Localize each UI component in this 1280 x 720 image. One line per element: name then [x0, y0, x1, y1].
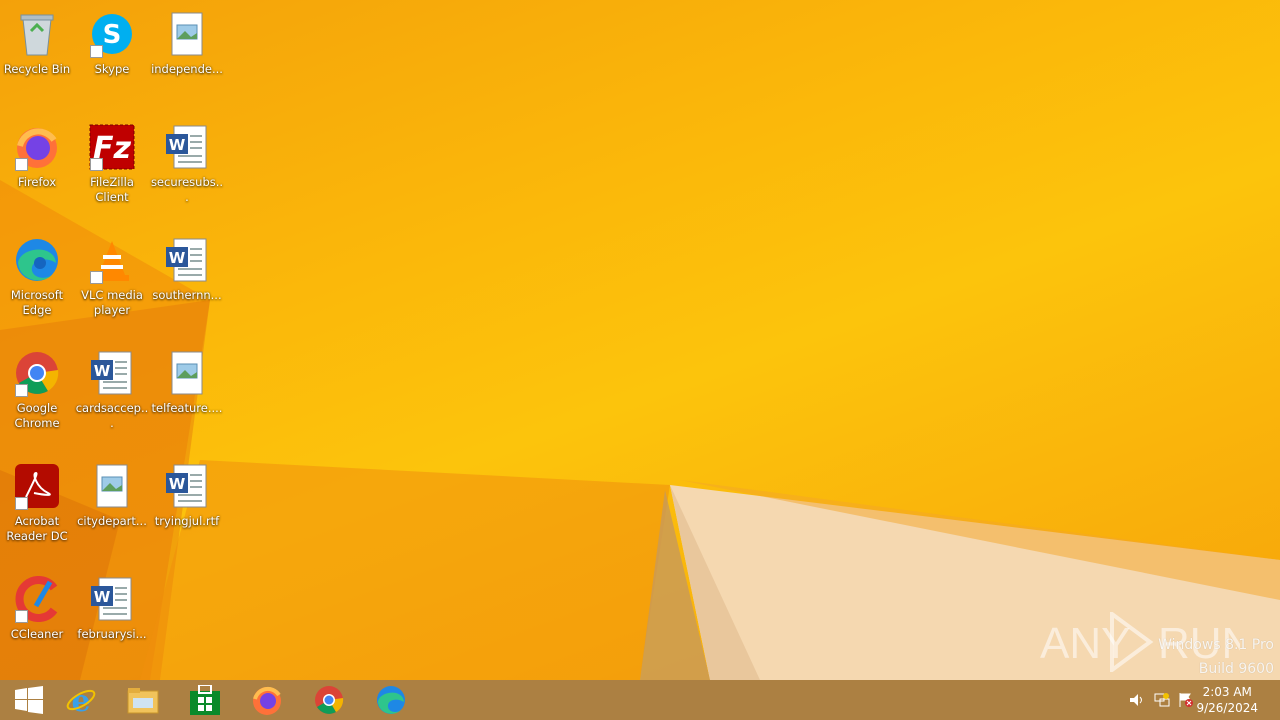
image-file-icon [163, 349, 211, 397]
desktop-icon-ccleaner[interactable]: CCleaner [0, 569, 74, 677]
icon-label: Microsoft Edge [10, 288, 64, 317]
windows-logo-icon [15, 686, 43, 714]
svg-text:S: S [103, 20, 122, 50]
volume-icon[interactable] [1129, 692, 1145, 708]
icon-label: independe... [151, 62, 223, 76]
network-icon[interactable] [1154, 692, 1170, 708]
icon-label: citydepart... [77, 514, 147, 528]
taskbar-internet-explorer[interactable]: e [52, 680, 110, 720]
desktop-icon-acrobat[interactable]: Acrobat Reader DC [0, 456, 74, 564]
svg-text:W: W [94, 588, 111, 606]
chrome-icon [315, 686, 344, 714]
icon-label: FileZilla Client [90, 175, 134, 204]
word-document-icon: W [163, 236, 211, 284]
icon-label: CCleaner [10, 627, 64, 641]
svg-text:W: W [169, 249, 186, 267]
icon-label: Google Chrome [14, 401, 60, 430]
image-file-icon [88, 462, 136, 510]
shortcut-arrow-icon [90, 158, 103, 171]
word-document-icon: W [88, 575, 136, 623]
vlc-icon [88, 236, 136, 284]
word-document-icon: W [88, 349, 136, 397]
recycle-bin-icon [13, 10, 61, 58]
skype-icon: S [88, 10, 136, 58]
taskbar-chrome[interactable] [300, 680, 358, 720]
edge-icon [13, 236, 61, 284]
taskbar: e 2:03 AM 9/26/2024 [0, 680, 1280, 720]
icon-label: southernn... [152, 288, 222, 302]
svg-text:W: W [169, 136, 186, 154]
desktop-icon-vlc[interactable]: VLC media player [75, 230, 149, 338]
shortcut-arrow-icon [15, 497, 28, 510]
os-build-text: Build 9600 [1198, 661, 1274, 677]
shortcut-arrow-icon [15, 384, 28, 397]
start-button[interactable] [0, 680, 58, 720]
desktop-icon-edge[interactable]: Microsoft Edge [0, 230, 74, 338]
shortcut-arrow-icon [15, 610, 28, 623]
shortcut-arrow-icon [15, 158, 28, 171]
shortcut-arrow-icon [90, 45, 103, 58]
icon-label: cardsaccep... [75, 401, 149, 430]
firefox-icon [13, 123, 61, 171]
desktop-icon-citydepart[interactable]: citydepart... [75, 456, 149, 564]
clock-time: 2:03 AM [1202, 685, 1252, 699]
desktop-icon-februarysi[interactable]: W februarysi... [75, 569, 149, 677]
icon-label: Recycle Bin [3, 62, 71, 76]
chrome-icon [13, 349, 61, 397]
desktop-icon-firefox[interactable]: Firefox [0, 117, 74, 225]
icon-label: securesubs... [150, 175, 224, 204]
folder-icon [127, 688, 159, 714]
svg-text:e: e [71, 684, 90, 716]
anyrun-logo-text: ANY [1040, 619, 1130, 668]
desktop-icon-cardsaccep[interactable]: W cardsaccep... [75, 343, 149, 451]
image-file-icon [163, 10, 211, 58]
svg-text:W: W [94, 362, 111, 380]
ccleaner-icon [13, 575, 61, 623]
clock-date: 9/26/2024 [1196, 701, 1258, 715]
filezilla-icon: Fz [88, 123, 136, 171]
desktop-icon-recycle-bin[interactable]: Recycle Bin [0, 4, 74, 112]
taskbar-clock[interactable]: 2:03 AM 9/26/2024 [1196, 684, 1258, 716]
desktop-icon-telfeature[interactable]: telfeature.... [150, 343, 224, 451]
icon-label: VLC media player [81, 288, 143, 317]
icon-label: telfeature.... [151, 401, 223, 415]
icon-label: tryingjul.rtf [154, 514, 220, 528]
desktop-icon-tryingjul[interactable]: W tryingjul.rtf [150, 456, 224, 564]
word-document-icon: W [163, 123, 211, 171]
desktop: Recycle Bin Firefox Microsoft Edge Googl… [0, 0, 1280, 680]
desktop-icon-skype[interactable]: S Skype [75, 4, 149, 112]
os-edition-text: Windows 8.1 Pro [1158, 637, 1274, 653]
internet-explorer-icon: e [66, 684, 96, 716]
taskbar-firefox[interactable] [238, 680, 296, 720]
icon-label: Skype [94, 62, 130, 76]
taskbar-file-explorer[interactable] [114, 680, 172, 720]
firefox-icon [253, 686, 281, 715]
icon-label: februarysi... [77, 627, 147, 641]
desktop-icon-southernn[interactable]: W southernn... [150, 230, 224, 338]
word-document-icon: W [163, 462, 211, 510]
edge-icon [377, 686, 405, 714]
taskbar-edge[interactable] [362, 680, 420, 720]
taskbar-store[interactable] [176, 680, 234, 720]
icon-label: Firefox [17, 175, 57, 189]
acrobat-icon [13, 462, 61, 510]
desktop-icon-independe[interactable]: independe... [150, 4, 224, 112]
shortcut-arrow-icon [90, 271, 103, 284]
svg-text:W: W [169, 475, 186, 493]
action-center-flag-icon[interactable] [1178, 692, 1194, 708]
desktop-icon-chrome[interactable]: Google Chrome [0, 343, 74, 451]
desktop-icon-filezilla[interactable]: Fz FileZilla Client [75, 117, 149, 225]
icon-label: Acrobat Reader DC [6, 514, 68, 543]
store-icon [190, 685, 220, 715]
desktop-icon-securesubs[interactable]: W securesubs... [150, 117, 224, 225]
